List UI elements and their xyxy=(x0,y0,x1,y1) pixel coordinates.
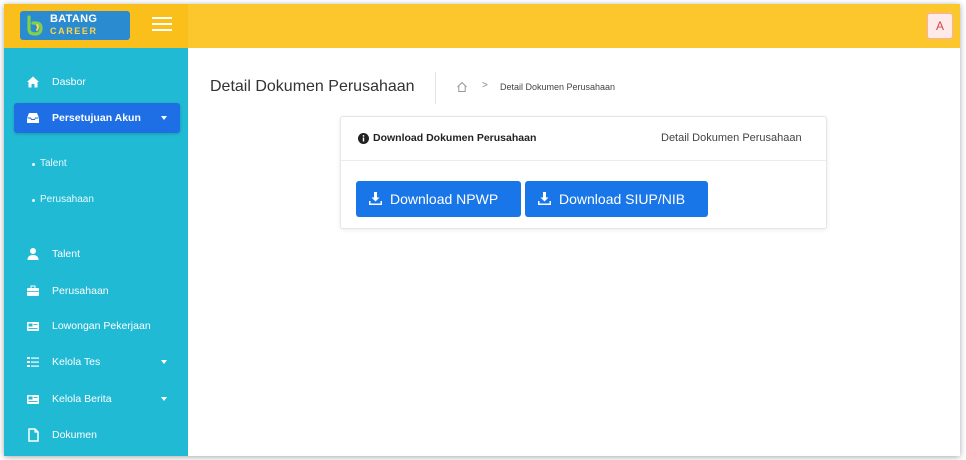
sidebar-subitem-label: Perusahaan xyxy=(40,194,94,205)
newspaper-icon xyxy=(27,395,39,404)
sidebar-item-talent[interactable]: Talent xyxy=(4,242,188,266)
chevron-down-icon xyxy=(161,116,167,120)
brand-area: BATANG CAREER xyxy=(4,4,188,48)
download-icon xyxy=(538,192,551,205)
breadcrumb-separator: > xyxy=(482,80,488,91)
card-header: Download Dokumen Perusahaan Detail Dokum… xyxy=(341,117,826,161)
sidebar-item-label: Talent xyxy=(52,248,81,260)
app-window: BATANG CAREER A Dasbor Persetujuan Akun xyxy=(4,4,960,456)
sidebar-item-label: Kelola Berita xyxy=(52,393,112,405)
sidebar-item-persetujuan-akun[interactable]: Persetujuan Akun xyxy=(14,103,180,133)
sidebar-subitem-talent[interactable]: Talent xyxy=(4,153,188,175)
sidebar-item-dokumen[interactable]: Dokumen xyxy=(4,423,188,447)
card-subtitle: Detail Dokumen Perusahaan xyxy=(661,132,802,144)
download-npwp-label: Download NPWP xyxy=(390,191,499,207)
brand-logo-mark-icon xyxy=(24,14,46,37)
sidebar-item-label: Kelola Tes xyxy=(52,356,101,368)
home-icon xyxy=(27,76,39,88)
chevron-down-icon xyxy=(161,397,167,401)
chevron-down-icon xyxy=(161,360,167,364)
sidebar-item-dasbor[interactable]: Dasbor xyxy=(4,70,188,94)
card-title: Download Dokumen Perusahaan xyxy=(373,132,537,144)
sidebar-subitem-perusahaan[interactable]: Perusahaan xyxy=(4,189,188,211)
file-icon xyxy=(28,428,39,442)
bullet-icon xyxy=(32,199,35,202)
download-icon xyxy=(369,192,382,205)
brand-name-line1: BATANG xyxy=(50,13,98,25)
brand-name-line2: CAREER xyxy=(50,26,98,36)
sidebar-item-label: Dokumen xyxy=(52,429,97,441)
brand-logo[interactable]: BATANG CAREER xyxy=(20,11,130,40)
document-card: Download Dokumen Perusahaan Detail Dokum… xyxy=(340,116,827,229)
list-check-icon xyxy=(27,357,39,367)
info-icon xyxy=(358,133,369,144)
menu-toggle-icon[interactable] xyxy=(152,17,172,35)
sidebar-item-kelola-berita[interactable]: Kelola Berita xyxy=(4,387,188,411)
download-npwp-button[interactable]: Download NPWP xyxy=(356,181,521,217)
home-icon[interactable] xyxy=(456,81,468,93)
sidebar-item-kelola-tes[interactable]: Kelola Tes xyxy=(4,350,188,374)
briefcase-icon xyxy=(27,285,39,296)
sidebar-item-label: Dasbor xyxy=(52,76,86,88)
breadcrumb-current: Detail Dokumen Perusahaan xyxy=(500,82,616,92)
download-siup-nib-button[interactable]: Download SIUP/NIB xyxy=(525,181,708,217)
sidebar-item-perusahaan[interactable]: Perusahaan xyxy=(4,279,188,303)
inbox-icon xyxy=(27,113,39,123)
newspaper-icon xyxy=(27,322,39,331)
sidebar-item-lowongan-pekerjaan[interactable]: Lowongan Pekerjaan xyxy=(4,314,188,338)
avatar[interactable]: A xyxy=(927,13,953,39)
title-divider xyxy=(435,72,436,104)
bullet-icon xyxy=(32,163,35,166)
sidebar-item-label: Lowongan Pekerjaan xyxy=(52,320,151,332)
sidebar: Dasbor Persetujuan Akun Talent Perusahaa… xyxy=(4,48,188,456)
sidebar-item-label: Persetujuan Akun xyxy=(52,112,141,124)
page-title: Detail Dokumen Perusahaan xyxy=(210,78,415,95)
sidebar-subitem-label: Talent xyxy=(40,158,67,169)
top-bar: BATANG CAREER A xyxy=(4,4,960,48)
download-siup-nib-label: Download SIUP/NIB xyxy=(559,191,686,207)
sidebar-item-label: Perusahaan xyxy=(52,285,109,297)
user-icon xyxy=(27,248,39,260)
